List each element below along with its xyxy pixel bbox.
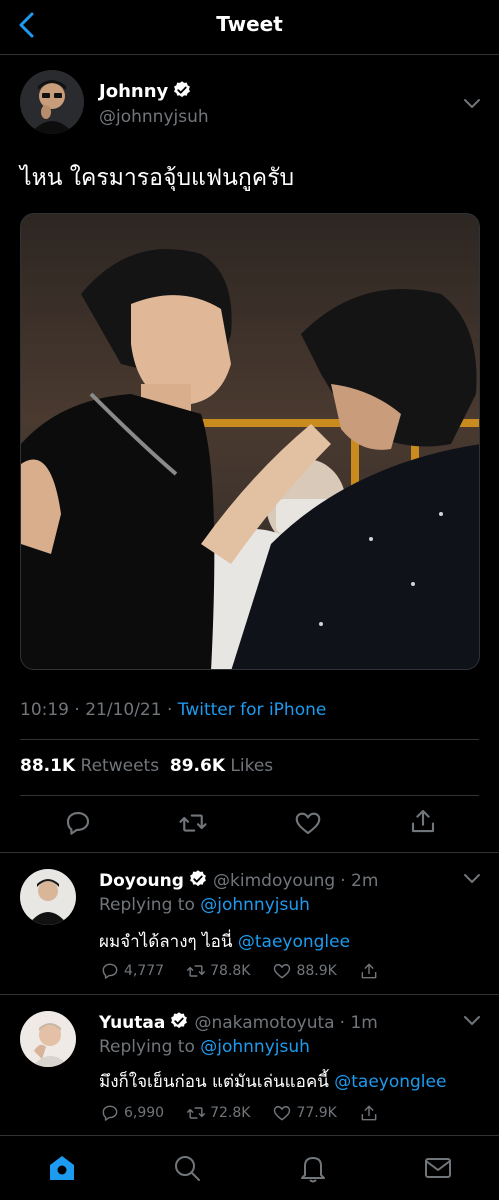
verified-badge-icon xyxy=(174,81,191,98)
reply-options-button[interactable] xyxy=(460,1011,484,1031)
reply-time: · 1m xyxy=(339,1013,378,1033)
reply-actions: 4,777 78.8K 88.9K xyxy=(100,961,401,981)
verified-badge-icon xyxy=(190,870,206,887)
home-icon xyxy=(50,1156,74,1180)
share-icon xyxy=(361,1105,377,1121)
likes-label: Likes xyxy=(230,756,274,776)
reply-author-name[interactable]: Yuutaa xyxy=(99,1013,165,1033)
retweets-count: 88.1K xyxy=(20,756,76,776)
tweet-text: ไหน ใครมารอจุ้บแฟนกูครับ xyxy=(20,165,295,191)
retweet-button[interactable]: 72.8K xyxy=(186,1103,250,1123)
reply-avatar[interactable] xyxy=(20,869,76,925)
tweet-meta: 10:19 · 21/10/21 · Twitter for iPhone xyxy=(20,700,326,720)
replying-to-link[interactable]: @johnnyjsuh xyxy=(200,1037,310,1057)
tab-notifications[interactable] xyxy=(297,1152,329,1184)
tab-home[interactable] xyxy=(46,1152,78,1184)
author-handle: @johnnyjsuh xyxy=(99,107,209,127)
like-icon xyxy=(274,964,291,979)
replying-to-line: Replying to @johnnyjsuh xyxy=(99,1037,310,1057)
retweet-count: 72.8K xyxy=(210,1105,251,1121)
retweet-icon xyxy=(187,1107,206,1119)
reply-author-handle: @nakamotoyuta xyxy=(194,1013,335,1033)
chevron-down-icon xyxy=(464,1016,480,1026)
replying-to-line: Replying to @johnnyjsuh xyxy=(99,895,310,915)
retweets-stat[interactable]: 88.1K Retweets xyxy=(20,756,159,776)
share-button[interactable] xyxy=(359,961,379,981)
messages-icon xyxy=(425,1158,451,1178)
tweet-options-button[interactable] xyxy=(460,94,484,114)
avatar-image xyxy=(20,869,76,925)
reply-text-line: ผมจำได้ลางๆ ไอนี่ @taeyonglee xyxy=(99,928,350,955)
chevron-down-icon xyxy=(464,99,480,109)
retweets-label: Retweets xyxy=(80,756,160,776)
share-button[interactable] xyxy=(408,806,438,836)
like-button[interactable]: 77.9K xyxy=(272,1103,337,1123)
likes-count: 89.6K xyxy=(169,756,225,776)
tweet-stats: 88.1K Retweets 89.6K Likes xyxy=(20,756,273,776)
retweet-icon xyxy=(179,814,207,832)
reply-count: 4,777 xyxy=(124,963,165,979)
like-icon xyxy=(274,1106,291,1121)
likes-stat[interactable]: 89.6K Likes xyxy=(170,756,273,776)
retweet-button[interactable]: 78.8K xyxy=(186,961,250,981)
tab-search[interactable] xyxy=(171,1152,203,1184)
chevron-down-icon xyxy=(464,874,480,884)
divider xyxy=(20,739,479,740)
replying-to-prefix: Replying to xyxy=(99,1037,195,1057)
header-divider xyxy=(0,54,499,55)
reply-icon xyxy=(66,811,90,835)
reply-button[interactable] xyxy=(63,808,93,838)
search-icon xyxy=(175,1156,200,1181)
share-button[interactable] xyxy=(359,1103,379,1123)
divider xyxy=(0,852,499,853)
reply-author-name[interactable]: Doyoung xyxy=(99,871,184,891)
divider xyxy=(0,994,499,995)
reply-actions: 6,990 72.8K 77.9K xyxy=(100,1103,401,1123)
reply-icon xyxy=(102,963,118,979)
mention-link[interactable]: @taeyonglee xyxy=(238,932,350,952)
reply-header: Yuutaa @nakamotoyuta · 1m xyxy=(99,1011,378,1033)
reply-text-line: มึงก็ใจเย็นก่อน แต่มันเล่นแอคนี้ @taeyon… xyxy=(99,1068,446,1095)
retweet-count: 78.8K xyxy=(210,963,251,979)
reply-author-handle: @kimdoyoung xyxy=(213,871,336,891)
retweet-button[interactable] xyxy=(178,808,208,838)
like-icon xyxy=(295,812,321,835)
tweet-photo[interactable] xyxy=(20,213,480,670)
author-name: Johnny xyxy=(99,81,169,102)
photo-image xyxy=(21,214,479,669)
reply-avatar[interactable] xyxy=(20,1011,76,1067)
author-name-row[interactable]: Johnny xyxy=(99,80,192,102)
avatar-image xyxy=(20,70,84,134)
retweet-icon xyxy=(187,965,206,977)
page-title: Tweet xyxy=(216,12,283,36)
like-count: 88.9K xyxy=(296,963,337,979)
mention-link[interactable]: @taeyonglee xyxy=(334,1072,446,1092)
tab-bar-divider xyxy=(0,1135,499,1136)
reply-text: มึงก็ใจเย็นก่อน แต่มันเล่นแอคนี้ xyxy=(99,1072,329,1092)
notifications-icon xyxy=(301,1157,325,1183)
share-icon xyxy=(411,809,435,833)
like-button[interactable] xyxy=(293,808,323,838)
reply-button[interactable]: 4,777 xyxy=(100,961,164,981)
verified-badge-icon xyxy=(171,1012,188,1029)
reply-icon xyxy=(102,1105,118,1121)
author-avatar[interactable] xyxy=(20,70,84,134)
reply-text: ผมจำได้ลางๆ ไอนี่ xyxy=(99,932,233,952)
like-button[interactable]: 88.9K xyxy=(272,961,337,981)
reply-header: Doyoung @kimdoyoung · 2m xyxy=(99,869,378,891)
reply-count: 6,990 xyxy=(124,1105,165,1121)
tweet-timestamp: 10:19 · 21/10/21 · xyxy=(20,700,173,720)
tab-messages[interactable] xyxy=(422,1152,454,1184)
replying-to-prefix: Replying to xyxy=(99,895,195,915)
reply-time: · 2m xyxy=(340,871,379,891)
tweet-source-link[interactable]: Twitter for iPhone xyxy=(178,700,327,720)
reply-button[interactable]: 6,990 xyxy=(100,1103,164,1123)
share-icon xyxy=(361,963,377,979)
divider xyxy=(20,795,479,796)
reply-options-button[interactable] xyxy=(460,869,484,889)
avatar-image xyxy=(20,1011,76,1067)
like-count: 77.9K xyxy=(296,1105,337,1121)
replying-to-link[interactable]: @johnnyjsuh xyxy=(200,895,310,915)
